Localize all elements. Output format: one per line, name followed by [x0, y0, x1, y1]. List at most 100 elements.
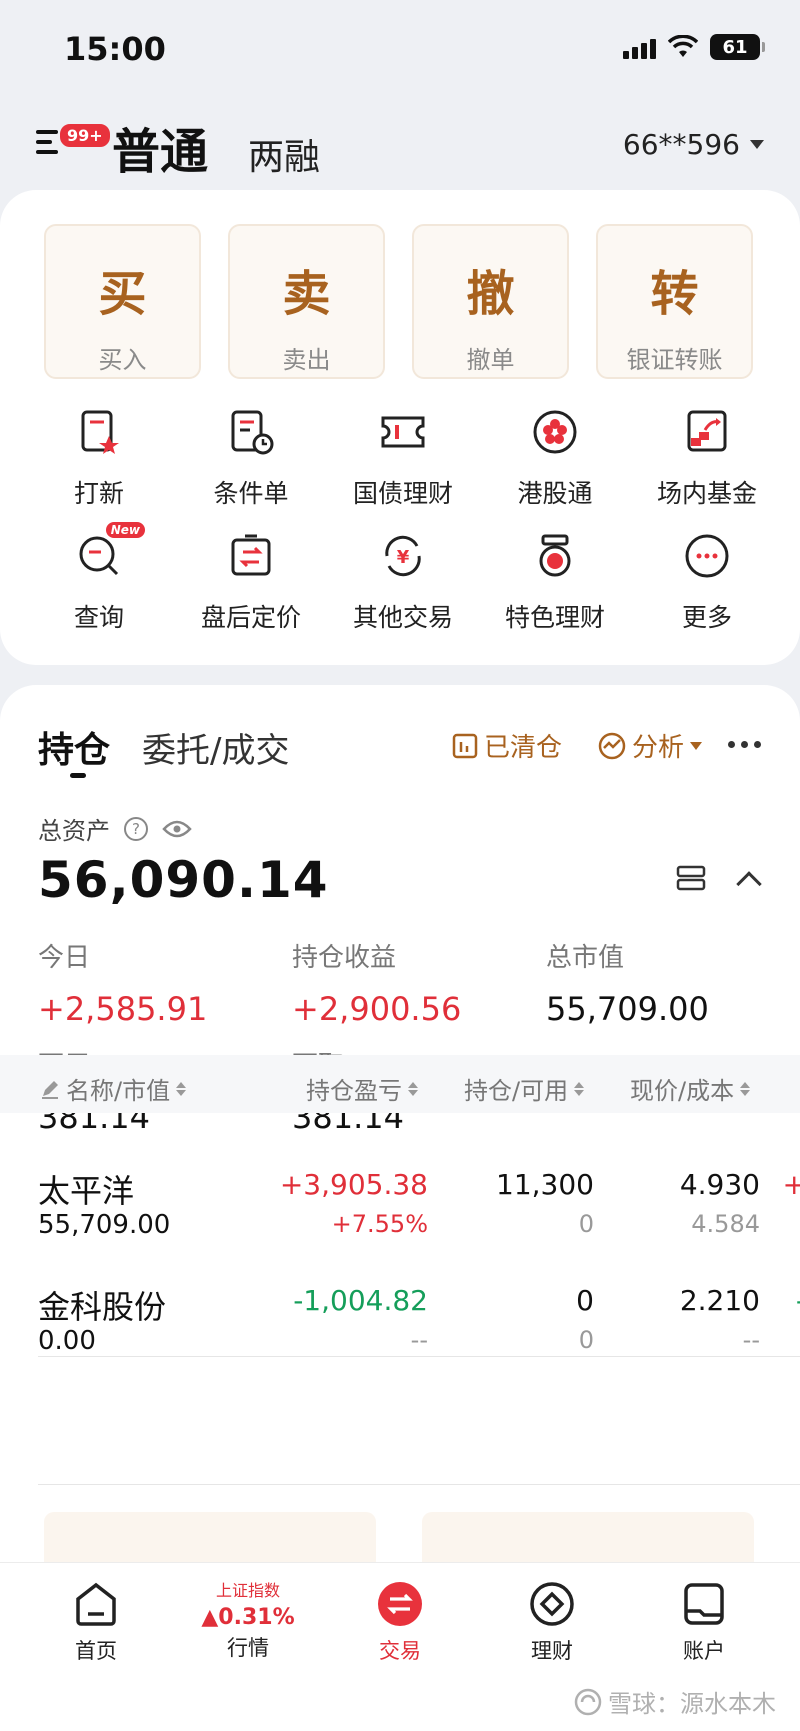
column-profit-loss[interactable]: 持仓盈亏: [306, 1071, 418, 1106]
signal-icon: [623, 35, 656, 59]
analysis-icon: [598, 732, 626, 759]
sort-icon: [740, 1081, 751, 1096]
grid-label: 盘后定价: [200, 603, 301, 632]
nav-trade[interactable]: 交易: [340, 1581, 460, 1665]
cleared-positions-button[interactable]: 已清仓: [452, 727, 562, 764]
bank-transfer-button[interactable]: 转 银证转账: [596, 224, 753, 379]
grid-label: 其他交易: [352, 603, 453, 632]
nav-label: 理财: [531, 1639, 573, 1663]
chevron-up-icon[interactable]: [736, 871, 762, 897]
stock-profit-loss: -1,004.82: [293, 1284, 428, 1317]
stock-profit-loss: +3,905.38: [279, 1168, 428, 1201]
transfer-label: 银证转账: [626, 346, 723, 374]
status-icons: 61: [623, 34, 765, 60]
total-assets-label: 总资产: [38, 817, 110, 845]
table-row[interactable]: 金科股份 0.00 -1,004.82 -- 0 0 2.210 -- -: [0, 1256, 800, 1372]
stock-quantity: 0: [576, 1284, 594, 1317]
more-options-icon[interactable]: [728, 741, 761, 748]
edit-icon: [42, 1080, 58, 1099]
other-trade-icon: ¥: [385, 535, 421, 577]
stat-label: 总市值: [546, 943, 625, 973]
account-selector[interactable]: 66**596: [623, 128, 764, 161]
stock-market-value: 0.00: [38, 1326, 96, 1356]
nav-home[interactable]: 首页: [36, 1581, 156, 1665]
after-hours-pricing-icon: [231, 534, 271, 576]
stat-value: +2,585.91: [38, 990, 208, 1028]
transfer-char: 转: [650, 266, 699, 322]
stock-available: 0: [578, 1210, 594, 1238]
table-row[interactable]: 太平洋 55,709.00 +3,905.38 +7.55% 11,300 0 …: [0, 1140, 800, 1256]
grid-item-etf-fund[interactable]: 场内基金: [631, 408, 783, 510]
nav-label: 交易: [379, 1639, 421, 1663]
column-name-value[interactable]: 名称/市值: [40, 1071, 187, 1106]
nav-label: 首页: [75, 1639, 117, 1663]
account-number: 66**596: [622, 128, 740, 161]
stock-name: 太平洋: [38, 1172, 135, 1210]
eye-icon[interactable]: [162, 819, 192, 839]
stock-available: 0: [578, 1326, 594, 1354]
sell-label: 卖出: [282, 346, 331, 374]
tab-normal-account[interactable]: 普通: [112, 112, 208, 182]
grid-item-hk-connect[interactable]: 港股通: [479, 408, 631, 510]
stock-price: 2.210: [679, 1284, 760, 1317]
grid-item-query[interactable]: New 查询: [23, 522, 175, 634]
sell-char: 卖: [282, 266, 331, 322]
grid-item-conditional-order[interactable]: 条件单: [175, 408, 327, 510]
grid-item-after-hours[interactable]: 盘后定价: [175, 532, 327, 634]
stock-market-value: 55,709.00: [38, 1210, 171, 1240]
row-overflow-text: -: [796, 1284, 800, 1317]
stat-value: +2,900.56: [292, 990, 462, 1028]
triangle-up-icon: ▲: [201, 1605, 219, 1630]
grid-label: 查询: [73, 603, 124, 632]
svg-text:¥: ¥: [397, 547, 410, 568]
nav-label: 账户: [683, 1639, 725, 1663]
column-price-cost[interactable]: 现价/成本: [630, 1071, 751, 1106]
tab-holdings[interactable]: 持仓: [38, 721, 110, 773]
stat-holding-profit: 持仓收益 +2,900.56: [292, 937, 461, 1028]
snowball-logo-icon: [574, 1688, 602, 1715]
trade-icon: [378, 1582, 422, 1626]
buy-button[interactable]: 买 买入: [44, 224, 201, 379]
tab-orders[interactable]: 委托/成交: [142, 723, 289, 772]
sell-button[interactable]: 卖 卖出: [228, 224, 385, 379]
featured-wealth-icon: [539, 534, 571, 577]
tab-margin-account[interactable]: 两融: [248, 128, 320, 180]
feature-grid: 打新 条件单 国债理财 港股通 场内基金 New 查询 盘后定价 ¥ 其他交易 …: [23, 408, 783, 634]
nav-wealth[interactable]: 理财: [492, 1581, 612, 1665]
bar-chart-icon: [452, 733, 478, 758]
grid-item-more[interactable]: 更多: [631, 532, 783, 634]
grid-item-other-trade[interactable]: ¥ 其他交易: [327, 532, 479, 634]
sort-icon: [408, 1081, 418, 1096]
battery-icon: 61: [710, 34, 765, 60]
cancel-order-button[interactable]: 撤 撤单: [412, 224, 569, 379]
grid-item-treasury[interactable]: 国债理财: [327, 408, 479, 510]
trade-actions-card: 买 买入 卖 卖出 撤 撤单 转 银证转账 打新 条件单 国债理财 港股通 场内…: [0, 190, 800, 665]
stat-label: 今日: [38, 943, 91, 973]
grid-label: 打新: [73, 479, 124, 508]
row-divider: [38, 1484, 800, 1485]
analysis-button[interactable]: 分析: [598, 727, 703, 764]
column-holding-available[interactable]: 持仓/可用: [464, 1071, 585, 1106]
index-change: ▲0.31%: [201, 1605, 295, 1630]
grid-item-featured-wealth[interactable]: 特色理财: [479, 532, 631, 634]
etf-fund-icon: [687, 410, 727, 452]
chevron-down-icon: [750, 140, 764, 149]
index-name: 上证指数: [215, 1581, 280, 1600]
conditional-order-icon: [231, 410, 274, 455]
positions-table-header: 名称/市值 持仓盈亏 持仓/可用 现价/成本: [0, 1055, 800, 1113]
stat-value: 55,709.00: [546, 990, 709, 1028]
chevron-down-icon: [690, 741, 703, 750]
nav-account[interactable]: 账户: [644, 1581, 764, 1665]
home-icon: [76, 1582, 116, 1626]
nav-market[interactable]: 上证指数 ▲0.31% 行情: [188, 1577, 308, 1662]
layout-toggle-icon[interactable]: [676, 865, 706, 891]
hk-connect-icon: [533, 410, 577, 454]
query-icon: [79, 536, 119, 576]
stock-cost: 4.584: [691, 1210, 760, 1238]
stock-profit-loss-pct: +7.55%: [331, 1210, 428, 1238]
stat-today: 今日 +2,585.91: [38, 937, 207, 1028]
grid-item-ipo[interactable]: 打新: [23, 408, 175, 510]
help-icon[interactable]: ?: [124, 816, 148, 841]
trade-header: 99+ 普通 两融 66**596: [0, 100, 800, 190]
status-bar: 15:00 61: [0, 0, 800, 100]
